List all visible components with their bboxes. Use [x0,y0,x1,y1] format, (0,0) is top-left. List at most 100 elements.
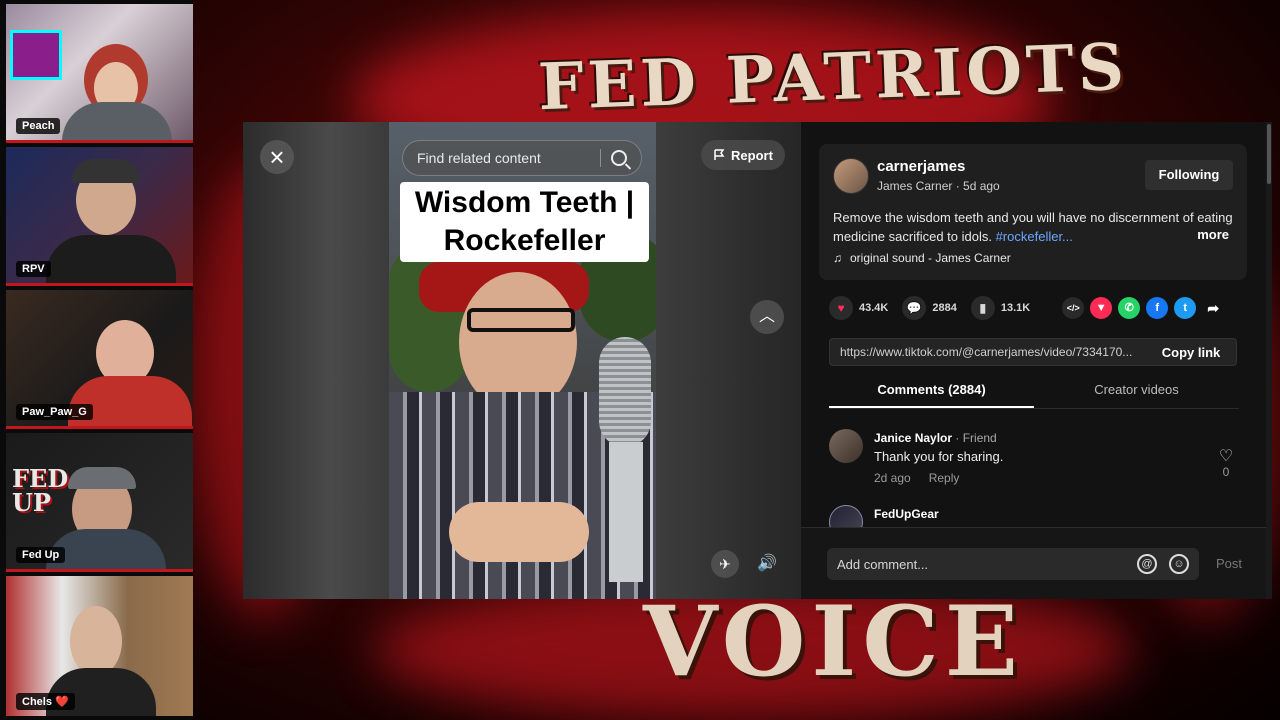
float-player-button[interactable]: ✈ [711,550,739,578]
post-description: Remove the wisdom teeth and you will hav… [833,208,1233,246]
search-input[interactable]: Find related content [402,140,642,176]
volume-button[interactable]: 🔊 [753,550,781,578]
more-button[interactable]: more [1197,227,1229,242]
search-icon[interactable] [611,150,627,166]
following-button[interactable]: Following [1145,160,1233,190]
author-username[interactable]: carnerjames [877,158,965,175]
search-placeholder: Find related content [417,150,541,166]
post-button[interactable]: Post [1216,556,1242,571]
tab-comments[interactable]: Comments (2884) [829,374,1034,408]
mic-stand [609,442,643,582]
comment-input-area: Add comment... @ ☺ Post [801,527,1272,599]
search-divider [600,149,601,167]
comment-placeholder: Add comment... [837,556,929,572]
bookmark-icon: ▮ [970,296,995,320]
stats-row: ♥ 43.4K 💬 2884 ▮ 13.1K </> ▼ ✆ f t ➦ [829,295,1239,321]
embed-icon[interactable]: </> [1062,297,1085,319]
tab-creator-videos[interactable]: Creator videos [1034,374,1239,408]
post-info-panel: carnerjames James Carner · 5d ago Follow… [801,122,1272,599]
twitter-icon[interactable]: t [1174,297,1197,319]
participant-tile[interactable]: FED UP Fed Up [6,433,193,572]
participant-name: RPV [16,261,51,277]
volume-icon: 🔊 [757,555,777,572]
video-modal: × Find related content Report Wisdom Tee… [243,122,1272,599]
reply-button[interactable]: Reply [929,471,960,485]
commenter-name[interactable]: FedUpGear [874,507,939,521]
commenter-name-text: Janice Naylor [874,431,953,445]
presenter-face [459,272,577,412]
report-button[interactable]: Report [701,140,785,170]
close-button[interactable]: × [260,140,294,174]
comment-icon: 💬 [902,296,927,320]
neon-sign [10,30,62,80]
save-count: 13.1K [1000,302,1031,314]
comment-meta: 2d ago Reply [874,471,959,485]
previous-video-button[interactable]: ︿ [750,300,784,334]
commenter-relation: · Friend [955,431,997,445]
copy-link-row: https://www.tiktok.com/@carnerjames/vide… [829,338,1237,366]
comment-button[interactable]: 💬 2884 [902,296,957,320]
comment-item: FedUpGear [829,505,1239,527]
participant-column: Peach RPV Paw_Paw_G FED UP Fed Up Chels ❤… [0,0,193,720]
tabs: Comments (2884) Creator videos [829,374,1239,409]
participant-tile[interactable]: Paw_Paw_G [6,290,193,429]
comment-input[interactable]: Add comment... @ ☺ [827,548,1199,580]
participant-tile[interactable]: Peach [6,4,193,143]
like-button[interactable]: ♥ 43.4K [829,296,888,320]
comment-item: Janice Naylor · Friend Thank you for sha… [829,429,1239,489]
comment-time: 2d ago [874,471,911,485]
save-button[interactable]: ▮ 13.1K [970,296,1031,320]
author-avatar[interactable] [833,158,869,194]
caption-line-2: Rockefeller [443,224,606,257]
music-note-icon: ♫ [833,251,842,265]
share-icons: </> ▼ ✆ f t ➦ [1062,297,1224,319]
heart-outline-icon: ♡ [1218,448,1234,465]
cap [72,159,140,183]
glasses [467,308,575,332]
send-icon[interactable]: ▼ [1090,297,1113,319]
commenter-avatar[interactable] [829,429,863,463]
video-link[interactable]: https://www.tiktok.com/@carnerjames/vide… [830,345,1146,359]
hashtag-link[interactable]: #rockefeller... [996,229,1073,244]
mention-icon[interactable]: @ [1137,554,1157,574]
commenter-name[interactable]: Janice Naylor · Friend [874,431,997,445]
scrollbar-thumb[interactable] [1267,124,1271,184]
author-card: carnerjames James Carner · 5d ago Follow… [819,144,1247,280]
pin-icon: ✈ [719,556,731,572]
author-display-name: James Carner [877,179,953,193]
whatsapp-icon[interactable]: ✆ [1118,297,1141,319]
cap [68,467,136,489]
participant-name: Peach [16,118,61,134]
participant-name: Paw_Paw_G [16,404,93,420]
video-player: × Find related content Report Wisdom Tee… [243,122,801,599]
comment-text: Thank you for sharing. [874,449,1004,464]
post-time: 5d ago [963,179,1000,193]
comment-count: 2884 [932,302,957,314]
comment-like-count: 0 [1222,465,1230,479]
microphone [599,337,651,447]
participant-video [70,606,122,676]
emoji-icon[interactable]: ☺ [1169,554,1189,574]
like-count: 43.4K [859,302,889,314]
report-label: Report [731,147,773,163]
participant-name: Chels ❤️ [16,693,75,710]
flag-icon [714,149,725,160]
participant-name: Fed Up [16,547,66,563]
share-arrow-icon[interactable]: ➦ [1202,297,1224,319]
scrollbar[interactable] [1266,122,1272,599]
comment-like-button[interactable]: ♡ 0 [1217,448,1235,480]
video-blur-left [243,122,389,599]
commenter-avatar[interactable] [829,505,863,527]
video-blur-right [656,122,801,599]
sound-link[interactable]: ♫ original sound - James Carner [833,251,1011,265]
chevron-up-icon: ︿ [758,308,775,325]
hands [449,502,589,562]
participant-tile[interactable]: Chels ❤️ [6,576,193,716]
copy-link-button[interactable]: Copy link [1146,345,1236,360]
facebook-icon[interactable]: f [1146,297,1169,319]
participant-body [68,376,192,426]
participant-body [62,102,172,140]
brand-title-bottom: VOICE [643,585,1024,698]
participant-tile[interactable]: RPV [6,147,193,286]
video-caption: Wisdom Teeth | Rockefeller [400,182,649,262]
